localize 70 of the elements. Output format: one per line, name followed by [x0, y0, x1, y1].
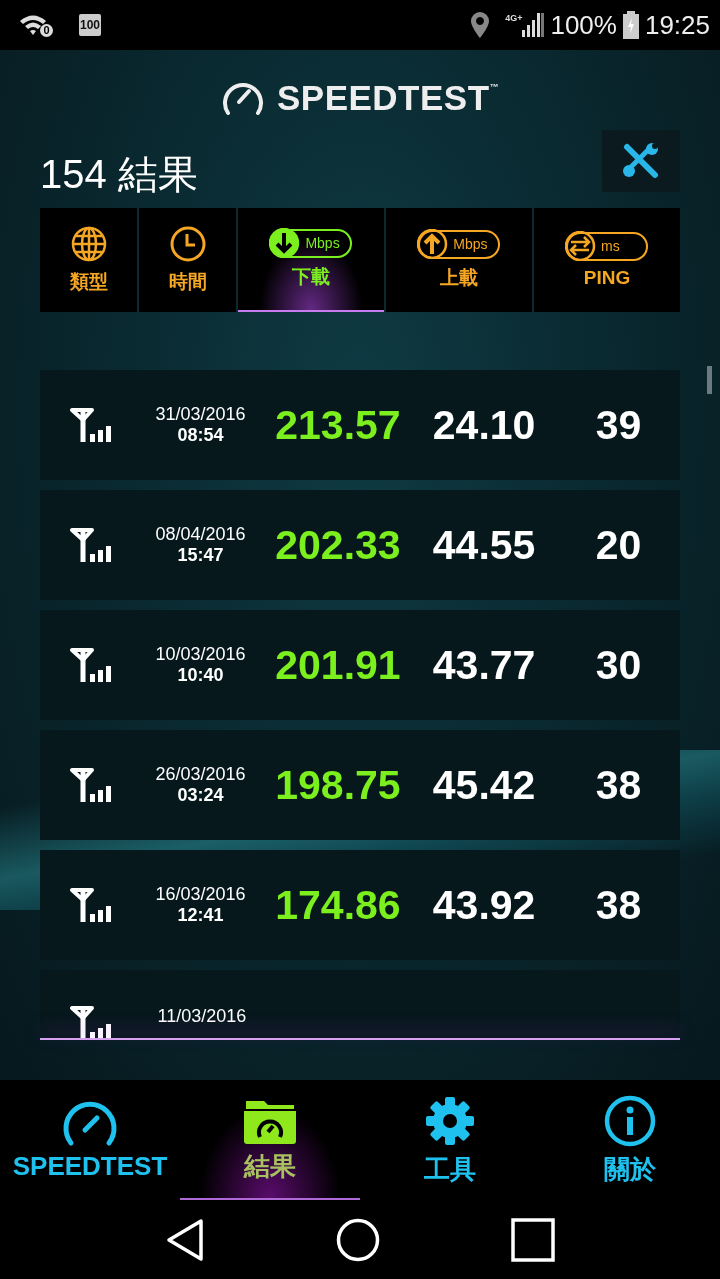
cell-tower-icon [70, 648, 114, 682]
nav-tab[interactable]: SPEEDTEST [0, 1080, 180, 1200]
clock-icon [168, 225, 207, 263]
test-time: 12:41 [177, 905, 224, 926]
location-icon [471, 12, 490, 38]
download-speed: 201.91 [274, 641, 402, 689]
home-icon[interactable] [336, 1217, 380, 1262]
cell-tower-icon [70, 1006, 114, 1040]
sort-tab[interactable]: ms PING [534, 208, 680, 312]
sort-tab[interactable]: Mbps 上載 [386, 208, 533, 312]
battery-percent: 100% [550, 9, 617, 41]
back-icon[interactable] [165, 1217, 206, 1262]
ping-value: 39 [594, 401, 643, 449]
result-row[interactable]: 10/03/2016 10:40 201.91 43.77 30 [40, 610, 680, 720]
unit-label: Mbps [453, 236, 488, 252]
results-count: 154 結果 [40, 151, 198, 198]
test-date: 31/03/2016 [155, 404, 246, 425]
clock-time: 19:25 [644, 9, 710, 41]
upload-speed: 43.92 [431, 881, 537, 929]
download-speed: 198.75 [274, 761, 402, 809]
tools-button[interactable] [602, 130, 680, 192]
unit-label: ms [601, 238, 620, 254]
app-logo: SPEEDTEST$^{™}$ [276, 78, 500, 118]
network-label: 4G+ [505, 13, 523, 23]
test-date: 16/03/2016 [155, 884, 246, 905]
test-time: 15:47 [177, 545, 224, 566]
gauge-icon [220, 80, 265, 116]
nav-tab[interactable]: 工具 [360, 1080, 540, 1200]
wifi-icon [18, 13, 48, 37]
cell-tower-icon [70, 768, 114, 802]
sort-tab[interactable]: 類型 [40, 208, 138, 312]
result-row[interactable]: 26/03/2016 03:24 198.75 45.42 38 [40, 730, 680, 840]
result-row[interactable]: 08/04/2016 15:47 202.33 44.55 20 [40, 490, 680, 600]
test-date: 10/03/2016 [155, 644, 246, 665]
globe-icon [69, 225, 108, 263]
wifi-badge: 0 [40, 23, 53, 37]
download-speed: 213.57 [274, 401, 402, 449]
ping-value: 20 [594, 521, 643, 569]
upload-speed: 44.55 [431, 521, 537, 569]
ping-value: 38 [594, 881, 643, 929]
upload-speed: 24.10 [431, 401, 537, 449]
cell-tower-icon [70, 888, 114, 922]
nav-tab[interactable]: 關於 [540, 1080, 720, 1200]
ping-value: 30 [594, 641, 643, 689]
sort-tab[interactable]: Mbps 下載 [238, 208, 385, 312]
info-icon [603, 1093, 657, 1148]
download-speed: 174.86 [274, 881, 402, 929]
test-time: 10:40 [177, 665, 224, 686]
test-date: 08/04/2016 [155, 524, 246, 545]
result-row[interactable]: 11/03/2016 [40, 970, 680, 1040]
scrollbar-thumb[interactable] [707, 366, 712, 394]
unit-label: Mbps [305, 235, 340, 251]
test-date: 26/03/2016 [155, 764, 246, 785]
test-time: 08:54 [177, 425, 224, 446]
recents-icon[interactable] [510, 1217, 555, 1262]
upload-speed: 43.77 [431, 641, 537, 689]
result-row[interactable]: 16/03/2016 12:41 174.86 43.92 38 [40, 850, 680, 960]
cell-tower-icon [70, 528, 114, 562]
test-time: 03:24 [177, 785, 224, 806]
ping-value: 38 [594, 761, 643, 809]
signal-icon [522, 13, 545, 37]
cell-tower-icon [70, 408, 114, 442]
sort-tab[interactable]: 時間 [139, 208, 237, 312]
result-row[interactable]: 31/03/2016 08:54 213.57 24.10 39 [40, 370, 680, 480]
test-date: 11/03/2016 [157, 1006, 247, 1027]
download-speed: 202.33 [274, 521, 402, 569]
battery-icon [622, 11, 639, 39]
upload-speed: 45.42 [431, 761, 537, 809]
notification-badge: 100 [79, 14, 102, 36]
tools-icon [621, 143, 661, 179]
